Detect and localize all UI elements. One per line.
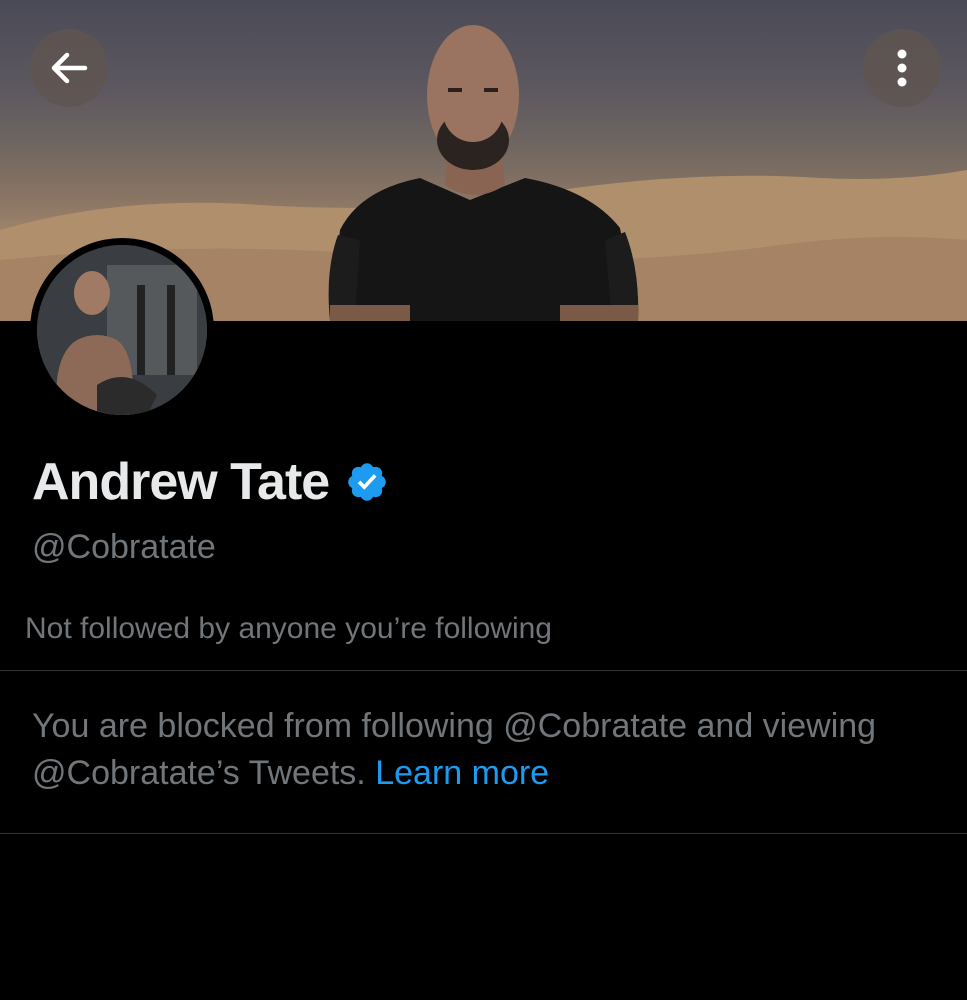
- verified-badge-icon: [348, 463, 386, 501]
- back-button[interactable]: [30, 29, 108, 107]
- divider: [0, 833, 967, 834]
- more-vertical-icon: [897, 49, 907, 87]
- learn-more-link[interactable]: Learn more: [375, 754, 549, 792]
- divider: [0, 670, 967, 671]
- profile-handle: @Cobratate: [32, 528, 216, 566]
- blocked-notice: You are blocked from following @Cobratat…: [32, 703, 952, 797]
- display-name: Andrew Tate: [32, 453, 330, 511]
- more-options-button[interactable]: [863, 29, 941, 107]
- followers-you-know-note: Not followed by anyone you’re following: [25, 612, 552, 645]
- avatar[interactable]: [30, 238, 214, 422]
- arrow-left-icon: [51, 52, 88, 84]
- avatar-image: [37, 245, 207, 415]
- display-name-row: Andrew Tate: [32, 452, 389, 512]
